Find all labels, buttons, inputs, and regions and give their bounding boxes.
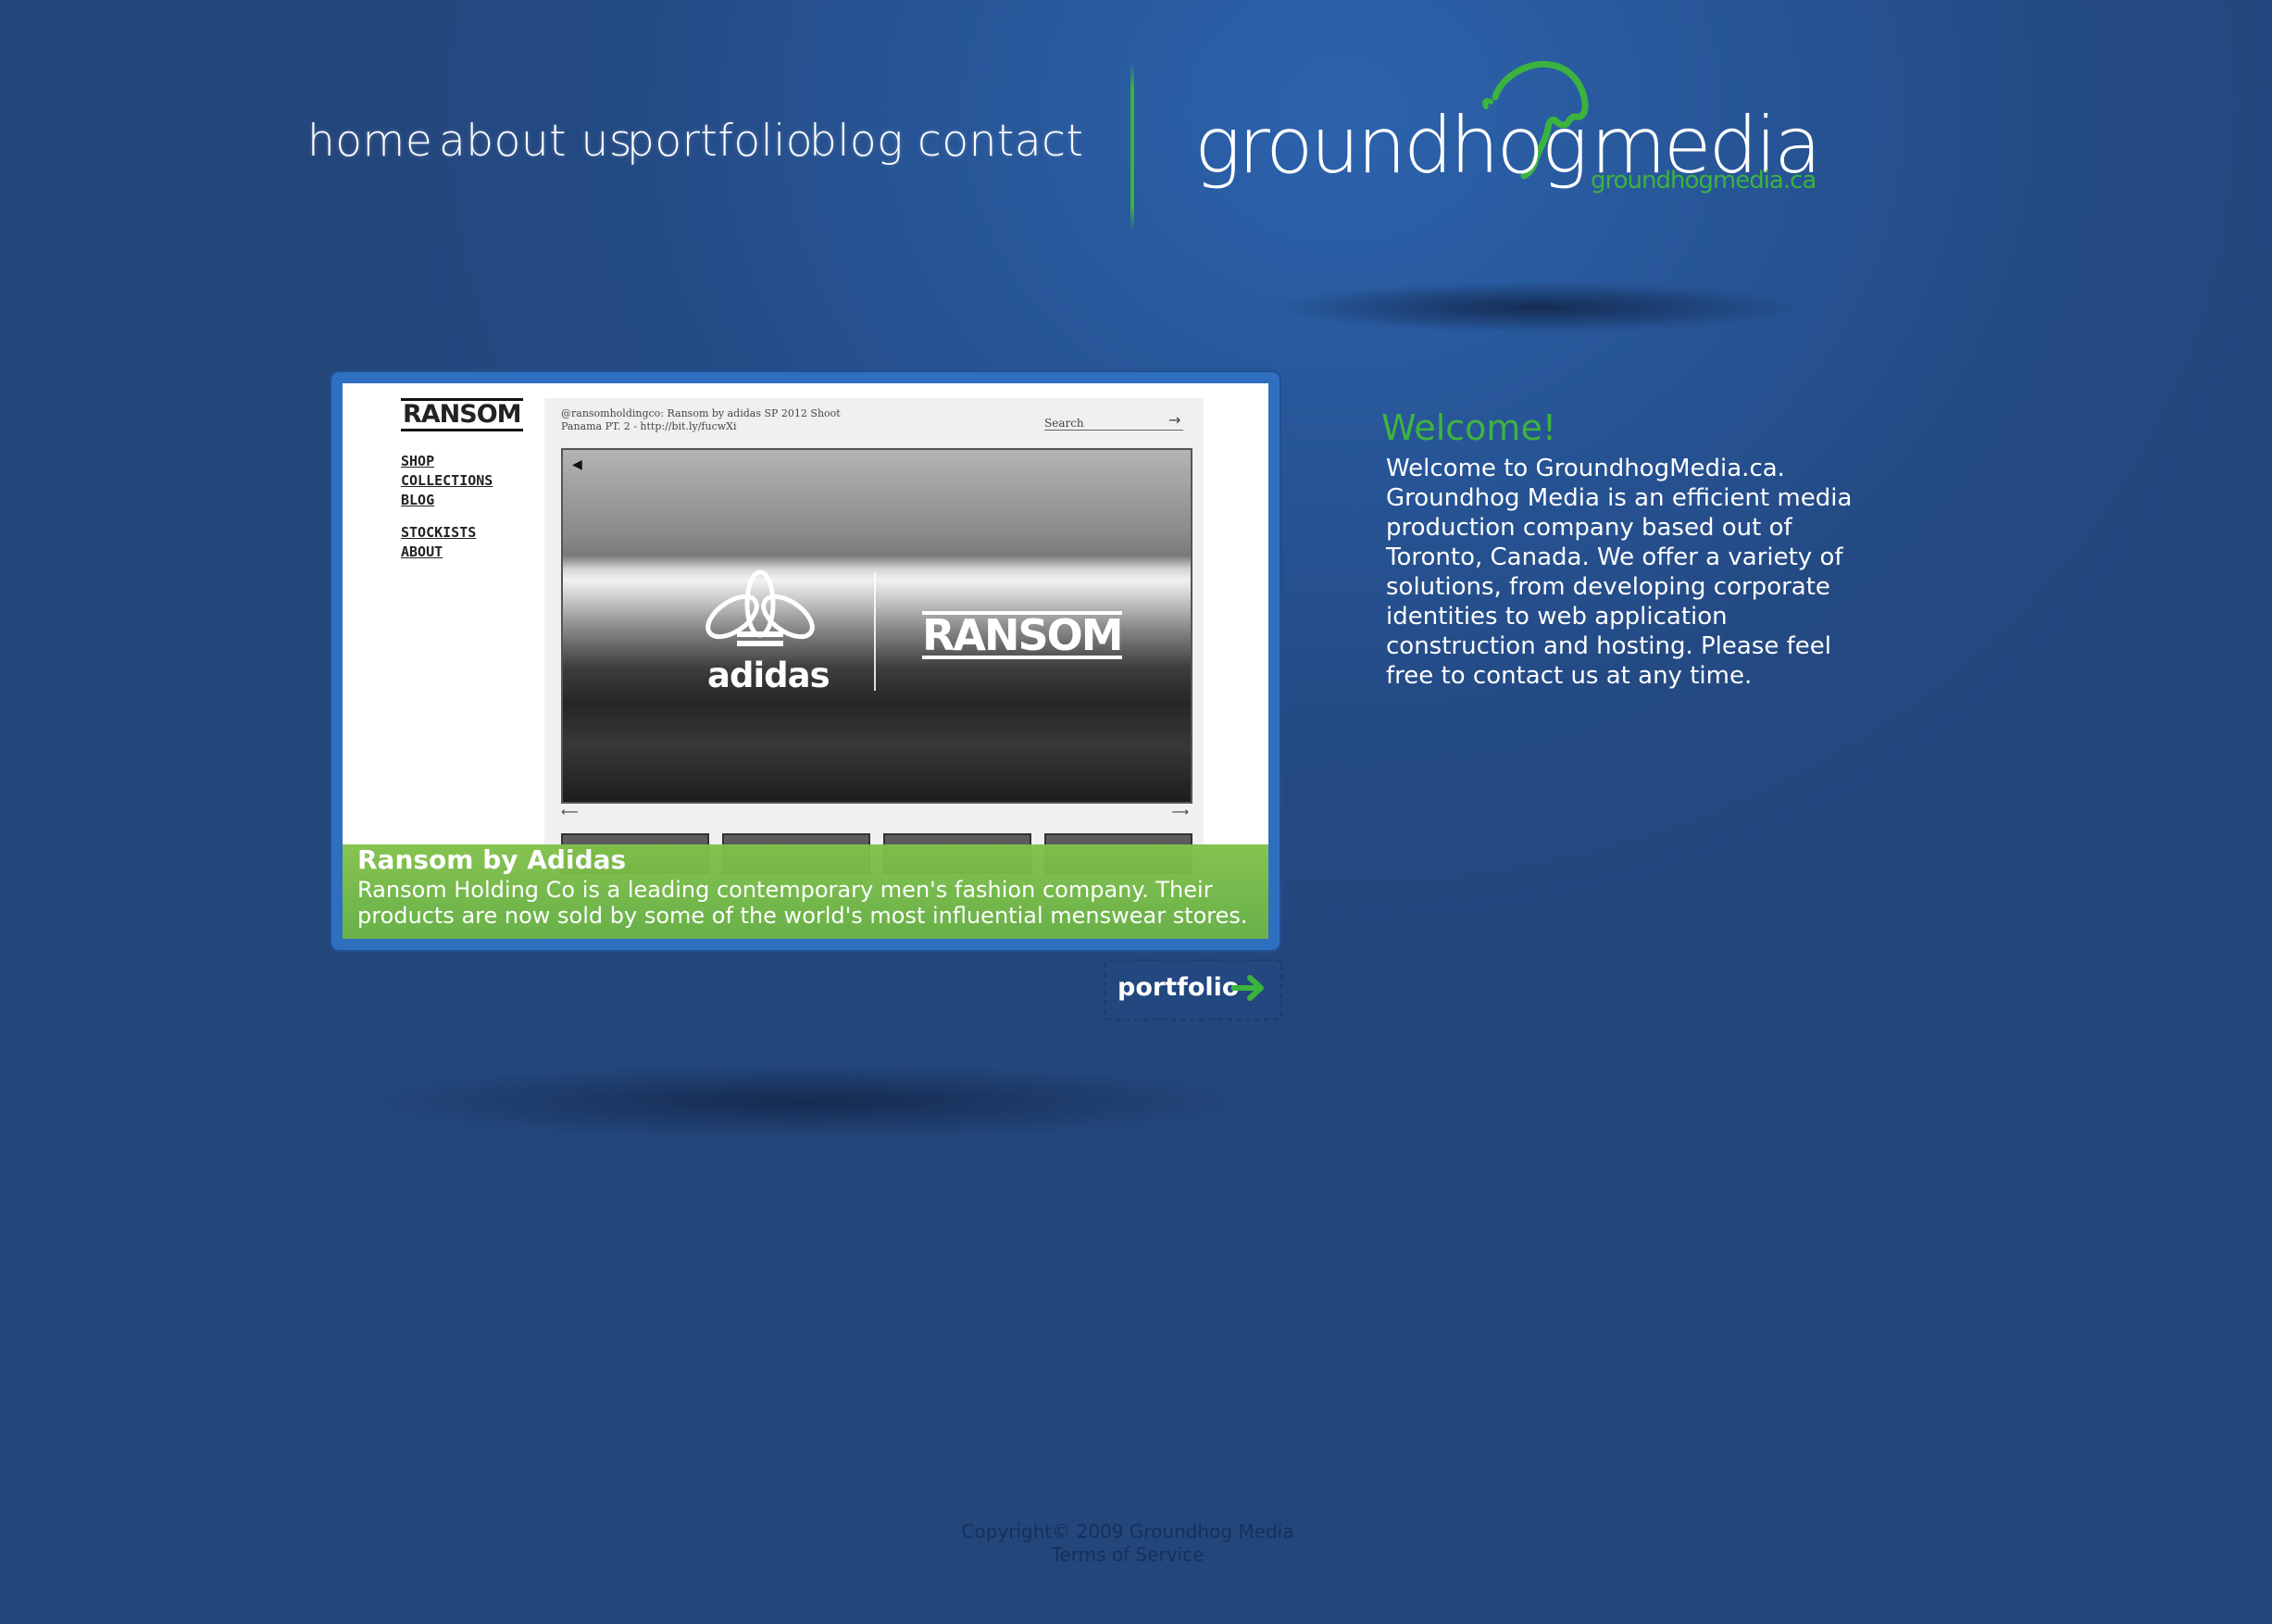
nav-blog[interactable]: blog xyxy=(809,116,904,167)
nav-divider xyxy=(1130,63,1134,231)
screenshot-tweet: @ransomholdingco: Ransom by adidas SP 20… xyxy=(561,407,841,433)
screenshot-tweet-line: @ransomholdingco: Ransom by adidas SP 20… xyxy=(561,407,841,419)
slide-caption-text: Ransom Holding Co is a leading contempor… xyxy=(357,877,1248,929)
footer: Copyright© 2009 Groundhog Media Terms of… xyxy=(833,1520,1422,1567)
ransom-wordmark: RANSOM xyxy=(922,610,1124,660)
screenshot-pager: ⟵ ⟶ xyxy=(561,806,1189,819)
portfolio-button[interactable]: portfolio xyxy=(1105,959,1282,1020)
adidas-trefoil-icon xyxy=(705,569,815,646)
screenshot-menu-item: ABOUT xyxy=(401,543,443,560)
nav-contact[interactable]: contact xyxy=(918,116,1083,167)
logo-shadow xyxy=(1278,282,1796,332)
welcome-title: Welcome! xyxy=(1381,407,1557,448)
screenshot-search: Search xyxy=(1044,417,1183,431)
screenshot-menu-item: COLLECTIONS xyxy=(401,472,493,489)
logo-word-groundhog: groundhog xyxy=(1194,100,1588,191)
adidas-wordmark: adidas xyxy=(707,656,830,695)
play-icon: ◀ xyxy=(572,457,582,472)
screenshot-photo: ◀ adidas RANSOM xyxy=(561,448,1192,804)
screenshot-tweet-line: Panama PT. 2 - http://bit.ly/fucwXi xyxy=(561,420,737,432)
slide-screenshot[interactable]: RANSOM SHOP COLLECTIONS BLOG STOCKISTS A… xyxy=(343,383,1268,939)
arrow-right-icon: → xyxy=(1168,411,1181,429)
arrow-left-icon: ⟵ xyxy=(561,806,579,819)
photo-divider xyxy=(874,572,876,691)
screenshot-menu-item: BLOG xyxy=(401,492,435,508)
screenshot-sidebar: RANSOM SHOP COLLECTIONS BLOG STOCKISTS A… xyxy=(401,398,523,562)
portfolio-slideshow[interactable]: RANSOM SHOP COLLECTIONS BLOG STOCKISTS A… xyxy=(331,372,1280,950)
nav-about-us[interactable]: about us xyxy=(439,116,632,167)
slideshow-shadow xyxy=(380,1065,1231,1139)
screenshot-menu-item: STOCKISTS xyxy=(401,524,477,541)
portfolio-button-label: portfolio xyxy=(1117,973,1240,1002)
groundhog-media-logo[interactable]: groundhog media groundhogmedia.ca xyxy=(1194,56,1822,204)
arrow-right-icon xyxy=(1231,975,1264,1001)
arrow-right-icon: ⟶ xyxy=(1171,806,1189,819)
logo-url: groundhogmedia.ca xyxy=(1591,167,1816,194)
nav-portfolio[interactable]: portfolio xyxy=(627,116,813,167)
nav-home[interactable]: home xyxy=(307,116,432,167)
screenshot-brand: RANSOM xyxy=(401,398,523,431)
slide-caption: Ransom by Adidas Ransom Holding Co is a … xyxy=(343,844,1268,939)
welcome-text: Welcome to GroundhogMedia.ca. Groundhog … xyxy=(1386,455,1853,690)
screenshot-menu-item: SHOP xyxy=(401,453,435,469)
slide-caption-title: Ransom by Adidas xyxy=(357,844,627,875)
terms-of-service-link[interactable]: Terms of Service xyxy=(1052,1543,1205,1566)
footer-copyright: Copyright© 2009 Groundhog Media xyxy=(961,1520,1294,1543)
